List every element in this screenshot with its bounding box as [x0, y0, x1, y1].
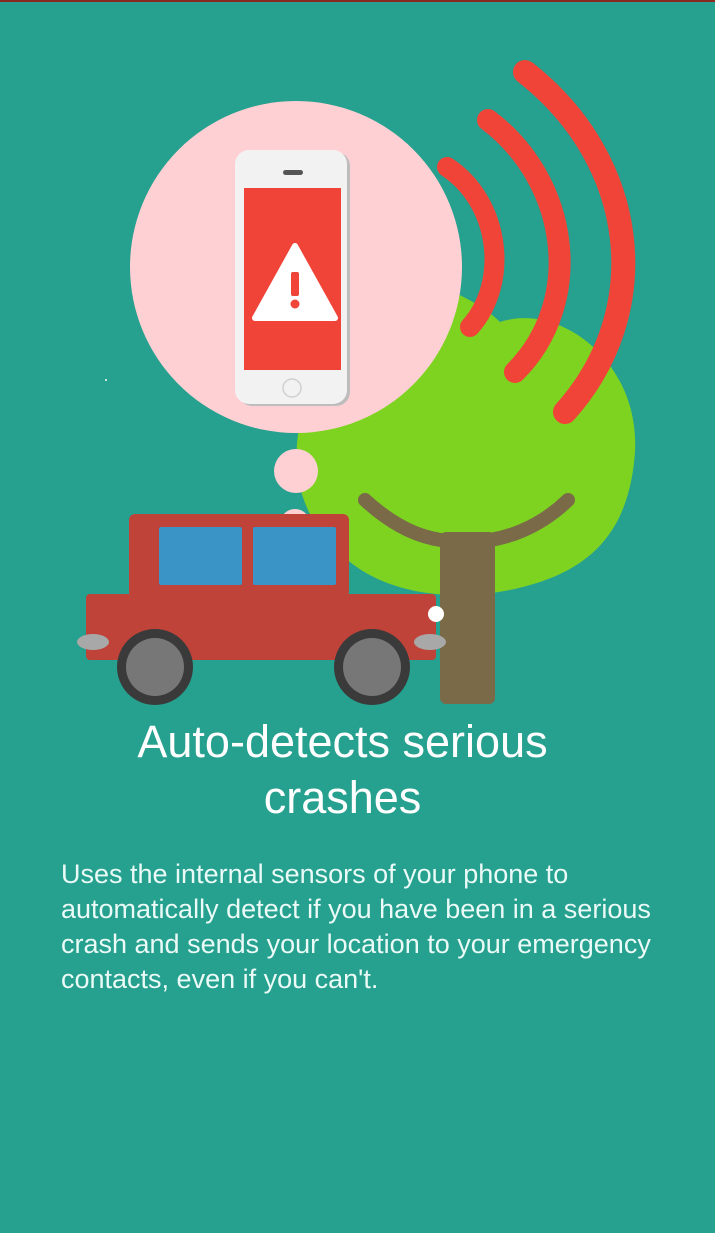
- crash-detection-illustration: [77, 60, 636, 705]
- onboarding-title: Auto-detects serious crashes: [137, 716, 548, 823]
- onboarding-description: Uses the internal sensors of your phone …: [61, 859, 651, 994]
- phone-icon: [235, 150, 350, 406]
- onboarding-screen: Auto-detects serious crashes Uses the in…: [0, 0, 715, 1233]
